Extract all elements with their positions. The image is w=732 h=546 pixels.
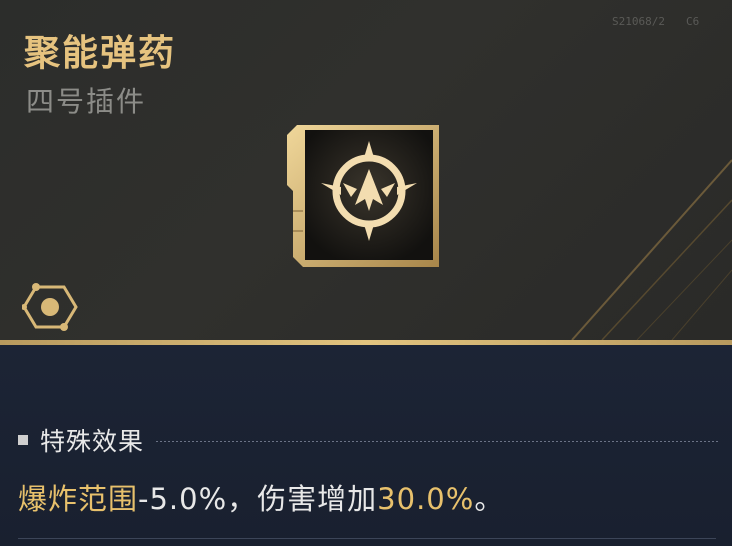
plugin-detail-card: 聚能弹药 四号插件 S21068/2 C6 特殊效果 爆炸范围-5.0%，伤害增… [0, 0, 732, 546]
grade-code: C6 [686, 15, 700, 28]
item-title: 聚能弹药 [24, 33, 177, 74]
bottom-divider [18, 538, 716, 539]
effect-part-2: -5.0% [138, 482, 228, 516]
bullet-square-icon [18, 435, 28, 445]
effect-part-4: 30.0% [377, 482, 475, 516]
serial-code: S21068/2 [612, 15, 665, 28]
effect-part-1: 爆炸范围 [18, 482, 139, 516]
section-label: 特殊效果 [40, 427, 145, 456]
decorative-lines [571, 159, 732, 340]
special-effect-header: 特殊效果 [18, 422, 718, 458]
effect-description: 爆炸范围-5.0%，伤害增加30.0%。 [18, 476, 504, 518]
dotted-divider [156, 440, 718, 442]
item-subtitle: 四号插件 [26, 85, 147, 118]
effect-part-5: 。 [474, 482, 505, 516]
effect-part-3: ，伤害增加 [227, 482, 378, 516]
item-header-panel: 聚能弹药 四号插件 S21068/2 C6 [0, 0, 732, 340]
item-icon-frame [287, 125, 439, 267]
plugin-slot-icon [22, 283, 78, 331]
